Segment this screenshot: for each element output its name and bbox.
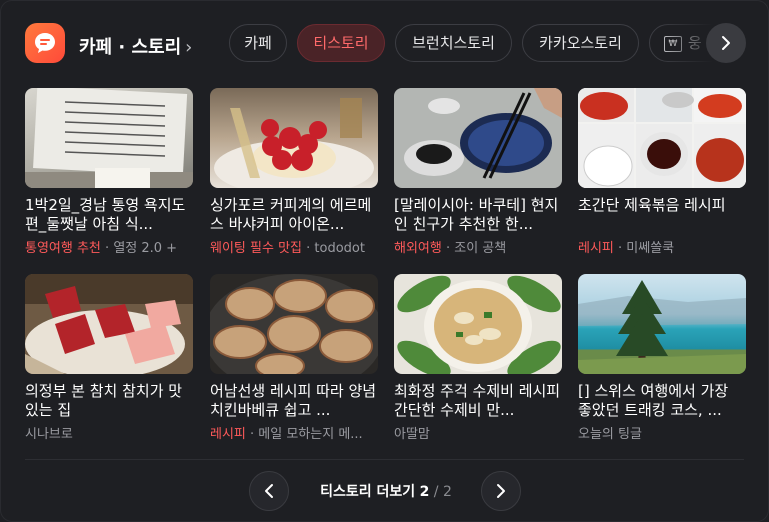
tabs-next-button[interactable]	[706, 23, 746, 63]
card-meta: 아딸맘	[394, 423, 562, 442]
card-source: 오늘의 팅글	[578, 427, 642, 442]
story-card[interactable]: 1박2일_경남 통영 욕지도 편_둘쨋날 아침 식... 통영여행 추천 · 열…	[25, 88, 193, 256]
card-source: 미쎄쓸쿡	[626, 241, 675, 256]
story-panel: 카페 · 스토리› 카페 티스토리 브런치스토리 카카오스토리 ₩웅	[0, 0, 769, 522]
chevron-right-icon: ›	[185, 37, 193, 58]
card-title: [말레이시아: 바쿠테] 현지인 친구가 추천한 한...	[394, 196, 559, 233]
more-tistory-link[interactable]: 티스토리 더보기 2 / 2	[301, 481, 471, 501]
card-meta: 레시피 · 메일 모하는지 메...	[210, 427, 363, 442]
card-tag: 해외여행	[394, 241, 442, 256]
story-card[interactable]: 의정부 본 참치 참치가 맛있는 집 시나브로	[25, 274, 193, 442]
card-title: 최화정 주걱 수제비 레시피 간단한 수제비 만...	[394, 382, 561, 419]
card-meta: 통영여행 추천 · 열정 2.0 +	[25, 241, 178, 256]
panel-header: 카페 · 스토리› 카페 티스토리 브런치스토리 카카오스토리 ₩웅	[25, 23, 749, 65]
section-title-link[interactable]: 카페 · 스토리 ›	[79, 33, 192, 59]
card-meta: 시나브로	[25, 423, 193, 442]
card-title: 어남선생 레시피 따라 양념치킨바베큐 쉽고 ...	[210, 382, 377, 419]
more-label: 티스토리 더보기	[320, 484, 416, 500]
card-tag: 레시피	[210, 427, 246, 442]
chevron-right-icon	[497, 484, 505, 498]
card-tag: 통영여행 추천	[25, 241, 101, 256]
card-tag: 웨이팅 필수 맛집	[210, 241, 302, 256]
chevron-right-icon	[722, 36, 730, 50]
card-meta: 웨이팅 필수 맛집 · tododot	[210, 241, 365, 256]
story-card[interactable]: 어남선생 레시피 따라 양념치킨바베큐 쉽고 ... 레시피 · 메일 모하는지…	[210, 274, 378, 442]
footer-divider	[25, 459, 744, 460]
card-thumbnail	[25, 274, 193, 374]
card-thumbnail	[210, 88, 378, 188]
card-source: 아딸맘	[394, 427, 430, 442]
card-thumbnail	[578, 274, 746, 374]
card-thumbnail	[394, 88, 562, 188]
card-source: tododot	[314, 241, 365, 256]
tab-brunch-story[interactable]: 브런치스토리	[395, 24, 512, 62]
card-title: 의정부 본 참치 참치가 맛있는 집	[25, 382, 183, 419]
story-card[interactable]: [] 스위스 여행에서 가장 좋았던 트래킹 코스, ... 오늘의 팅글	[578, 274, 746, 442]
card-meta: 레시피 · 미쎄쓸쿡	[578, 241, 675, 256]
tab-kakao-story[interactable]: 카카오스토리	[522, 24, 639, 62]
tab-cafe[interactable]: 카페	[229, 24, 287, 62]
prev-page-button[interactable]	[249, 471, 289, 511]
next-page-button[interactable]	[481, 471, 521, 511]
card-source: 메일 모하는지 메...	[258, 427, 363, 442]
card-thumbnail	[25, 88, 193, 188]
tab-tistory[interactable]: 티스토리	[297, 24, 385, 62]
card-thumbnail	[394, 274, 562, 374]
card-title: [] 스위스 여행에서 가장 좋았던 트래킹 코스, ...	[578, 382, 729, 419]
story-card[interactable]: [말레이시아: 바쿠테] 현지인 친구가 추천한 한... 해외여행 · 조이 …	[394, 88, 562, 256]
current-page: 2	[419, 484, 430, 500]
card-title: 싱가포르 커피계의 에르메스 바샤커피 아이온...	[210, 196, 372, 233]
card-thumbnail	[578, 88, 746, 188]
story-card[interactable]: 싱가포르 커피계의 에르메스 바샤커피 아이온... 웨이팅 필수 맛집 · t…	[210, 88, 378, 256]
story-card[interactable]: 최화정 주걱 수제비 레시피 간단한 수제비 만... 아딸맘	[394, 274, 562, 442]
chevron-left-icon	[265, 484, 273, 498]
tab-bar: 카페 티스토리 브런치스토리 카카오스토리 ₩웅	[229, 23, 749, 65]
pagination: 티스토리 더보기 2 / 2	[1, 471, 768, 511]
card-title: 1박2일_경남 통영 욕지도 편_둘쨋날 아침 식...	[25, 196, 186, 233]
total-pages: 2	[442, 484, 452, 500]
card-source: 열정 2.0 +	[113, 241, 178, 256]
section-title: 카페 · 스토리	[79, 37, 182, 58]
card-title: 초간단 제육볶음 레시피	[578, 196, 726, 214]
card-meta: 오늘의 팅글	[578, 423, 746, 442]
card-thumbnail	[210, 274, 378, 374]
card-tag: 레시피	[578, 241, 614, 256]
card-source: 조이 공책	[454, 241, 507, 256]
card-meta: 해외여행 · 조이 공책	[394, 241, 507, 256]
cafe-story-logo-icon[interactable]	[25, 23, 65, 63]
card-source: 시나브로	[25, 427, 73, 442]
story-card[interactable]: 초간단 제육볶음 레시피 레시피 · 미쎄쓸쿡	[578, 88, 746, 256]
page-separator: /	[433, 484, 439, 500]
